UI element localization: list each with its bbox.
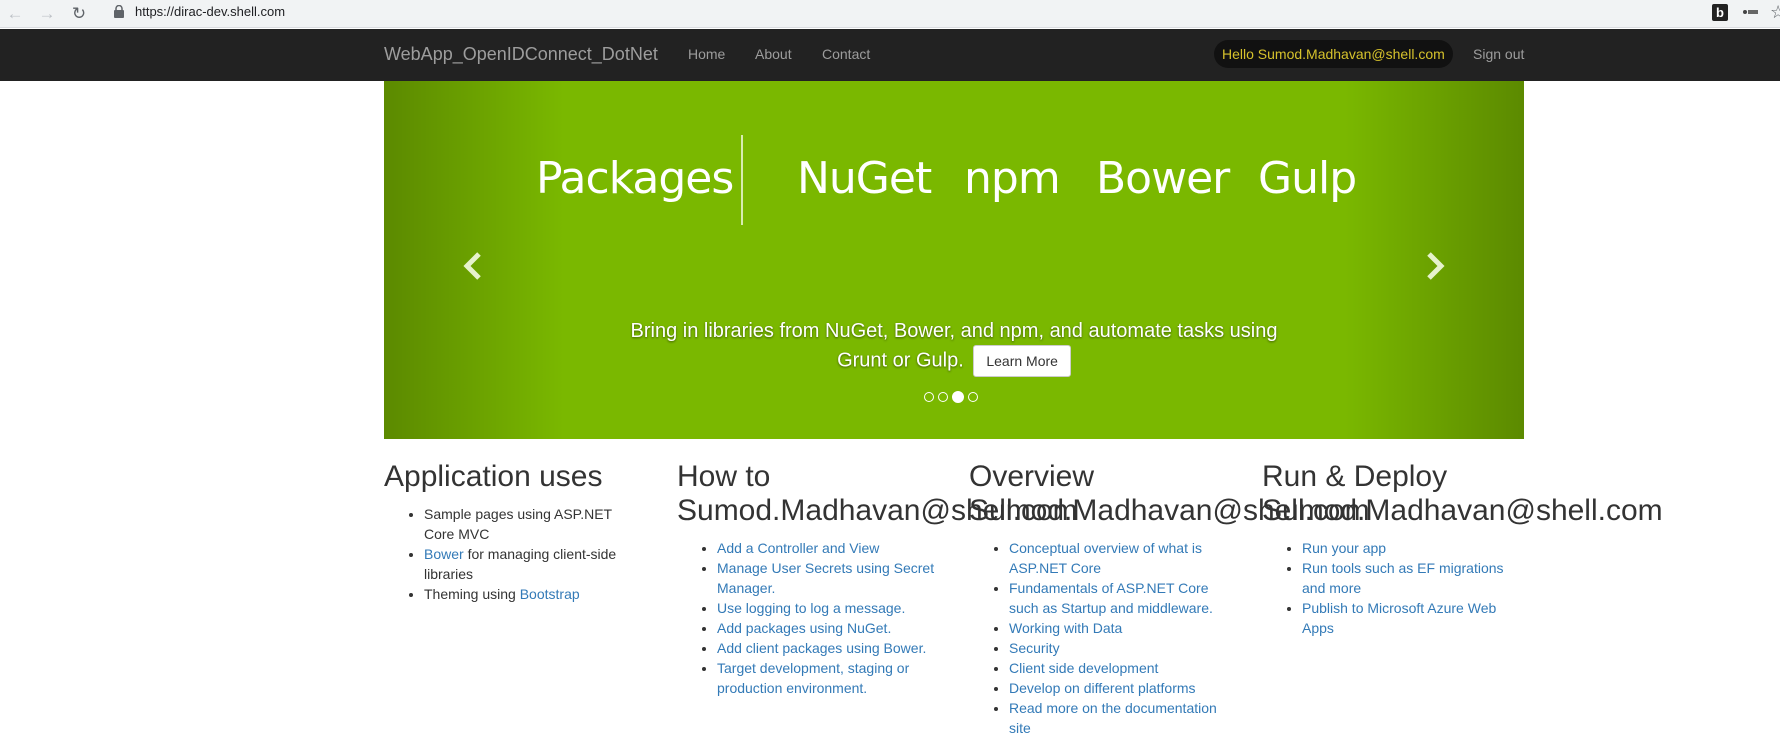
carousel-item-nuget: NuGet bbox=[797, 153, 932, 204]
section-heading-line1: How to bbox=[677, 460, 771, 493]
list-item: Develop on different platforms bbox=[1009, 678, 1229, 698]
carousel-title: Packages bbox=[536, 153, 734, 204]
list-link[interactable]: Fundamentals of ASP.NET Core such as Sta… bbox=[1009, 580, 1213, 616]
section-heading: Overview Sumod.Madhavan@shell.com bbox=[969, 460, 1370, 528]
list-link[interactable]: Add a Controller and View bbox=[717, 540, 879, 556]
bower-link[interactable]: Bower bbox=[424, 546, 464, 562]
section-overview: Overview Sumod.Madhavan@shell.com Concep… bbox=[969, 460, 1370, 738]
list-link[interactable]: Develop on different platforms bbox=[1009, 680, 1196, 696]
list-item: Sample pages using ASP.NET Core MVC bbox=[424, 504, 644, 544]
list-item-text: Theming using bbox=[424, 586, 520, 602]
carousel-item-bower: Bower bbox=[1096, 153, 1230, 204]
section-run-deploy: Run & Deploy Sumod.Madhavan@shell.com Ru… bbox=[1262, 460, 1663, 638]
carousel-indicator-dot[interactable] bbox=[938, 392, 948, 402]
navbar-brand[interactable]: WebApp_OpenIDConnect_DotNet bbox=[384, 44, 658, 65]
section-heading-line2: Sumod.Madhavan@shell.com bbox=[1262, 494, 1663, 527]
bootstrap-link[interactable]: Bootstrap bbox=[520, 586, 580, 602]
list-item: Add packages using NuGet. bbox=[717, 618, 937, 638]
list-link[interactable]: Manage User Secrets using Secret Manager… bbox=[717, 560, 934, 596]
list-link[interactable]: Add packages using NuGet. bbox=[717, 620, 891, 636]
list-link[interactable]: Run tools such as EF migrations and more bbox=[1302, 560, 1504, 596]
list-item: Publish to Microsoft Azure Web Apps bbox=[1302, 598, 1522, 638]
address-bar[interactable]: https://dirac-dev.shell.com ☆ bbox=[102, 1, 1780, 23]
list-link[interactable]: Add client packages using Bower. bbox=[717, 640, 926, 656]
url-text: https://dirac-dev.shell.com bbox=[135, 4, 286, 19]
list-item: Run tools such as EF migrations and more bbox=[1302, 558, 1522, 598]
list-item: Read more on the documentation site bbox=[1009, 698, 1229, 738]
section-heading: Application uses bbox=[384, 460, 603, 493]
list-item: Client side development bbox=[1009, 658, 1229, 678]
carousel-caption-text: Bring in libraries from NuGet, Bower, an… bbox=[630, 320, 1278, 372]
list-link[interactable]: Use logging to log a message. bbox=[717, 600, 905, 616]
list-link[interactable]: Read more on the documentation site bbox=[1009, 700, 1217, 736]
list-item: Add a Controller and View bbox=[717, 538, 937, 558]
carousel-indicators bbox=[924, 391, 978, 403]
list-link[interactable]: Conceptual overview of what is ASP.NET C… bbox=[1009, 540, 1202, 576]
carousel-divider bbox=[741, 135, 743, 225]
list-link[interactable]: Target development, staging or productio… bbox=[717, 660, 909, 696]
run-deploy-list: Run your app Run tools such as EF migrat… bbox=[1262, 538, 1522, 638]
section-heading: Run & Deploy Sumod.Madhavan@shell.com bbox=[1262, 460, 1663, 528]
list-link[interactable]: Security bbox=[1009, 640, 1060, 656]
learn-more-button[interactable]: Learn More bbox=[973, 345, 1071, 377]
section-heading-line1: Run & Deploy bbox=[1262, 460, 1448, 493]
browser-toolbar: ← → ↻ https://dirac-dev.shell.com ☆ b bbox=[0, 0, 1780, 28]
section-heading: How to Sumod.Madhavan@shell.com bbox=[677, 460, 1078, 528]
carousel-indicator-dot[interactable] bbox=[952, 391, 964, 403]
nav-home[interactable]: Home bbox=[688, 46, 725, 62]
section-application-uses: Application uses Sample pages using ASP.… bbox=[384, 460, 684, 604]
list-link[interactable]: Working with Data bbox=[1009, 620, 1122, 636]
section-heading-line1: Overview bbox=[969, 460, 1095, 493]
list-link[interactable]: Client side development bbox=[1009, 660, 1158, 676]
carousel-prev-icon[interactable] bbox=[458, 246, 488, 286]
list-item: Run your app bbox=[1302, 538, 1522, 558]
carousel-item-npm: npm bbox=[964, 153, 1061, 204]
carousel-caption: Bring in libraries from NuGet, Bower, an… bbox=[614, 317, 1294, 377]
extension-icon[interactable] bbox=[1742, 6, 1760, 18]
reload-icon[interactable]: ↻ bbox=[68, 2, 90, 24]
list-item: Security bbox=[1009, 638, 1229, 658]
list-item: Theming using Bootstrap bbox=[424, 584, 644, 604]
forward-icon[interactable]: → bbox=[36, 2, 58, 24]
list-item: Fundamentals of ASP.NET Core such as Sta… bbox=[1009, 578, 1229, 618]
sign-out-link[interactable]: Sign out bbox=[1473, 46, 1524, 62]
list-item: Use logging to log a message. bbox=[717, 598, 937, 618]
list-link[interactable]: Publish to Microsoft Azure Web Apps bbox=[1302, 600, 1496, 636]
overview-list: Conceptual overview of what is ASP.NET C… bbox=[969, 538, 1229, 738]
carousel-indicator-dot[interactable] bbox=[924, 392, 934, 402]
back-icon[interactable]: ← bbox=[4, 2, 26, 24]
carousel-item-gulp: Gulp bbox=[1258, 153, 1357, 204]
carousel-indicator-dot[interactable] bbox=[968, 392, 978, 402]
application-uses-list: Sample pages using ASP.NET Core MVC Bowe… bbox=[384, 504, 644, 604]
list-item: Bower for managing client-side libraries bbox=[424, 544, 644, 584]
how-to-list: Add a Controller and View Manage User Se… bbox=[677, 538, 937, 698]
list-item: Conceptual overview of what is ASP.NET C… bbox=[1009, 538, 1229, 578]
lock-icon bbox=[114, 5, 124, 18]
nav-contact[interactable]: Contact bbox=[822, 46, 870, 62]
carousel-next-icon[interactable] bbox=[1420, 246, 1450, 286]
packages-carousel: Packages NuGet npm Bower Gulp Bring in l… bbox=[384, 81, 1524, 439]
extension-b-icon[interactable]: b bbox=[1712, 4, 1728, 21]
list-item: Working with Data bbox=[1009, 618, 1229, 638]
bookmark-star-icon[interactable]: ☆ bbox=[1770, 2, 1780, 23]
list-item: Manage User Secrets using Secret Manager… bbox=[717, 558, 937, 598]
top-navbar: WebApp_OpenIDConnect_DotNet Home About C… bbox=[0, 29, 1780, 81]
hello-user-link[interactable]: Hello Sumod.Madhavan@shell.com bbox=[1214, 40, 1453, 68]
list-link[interactable]: Run your app bbox=[1302, 540, 1386, 556]
nav-about[interactable]: About bbox=[755, 46, 792, 62]
list-item: Add client packages using Bower. bbox=[717, 638, 937, 658]
section-how-to: How to Sumod.Madhavan@shell.com Add a Co… bbox=[677, 460, 1078, 698]
list-item: Target development, staging or productio… bbox=[717, 658, 937, 698]
